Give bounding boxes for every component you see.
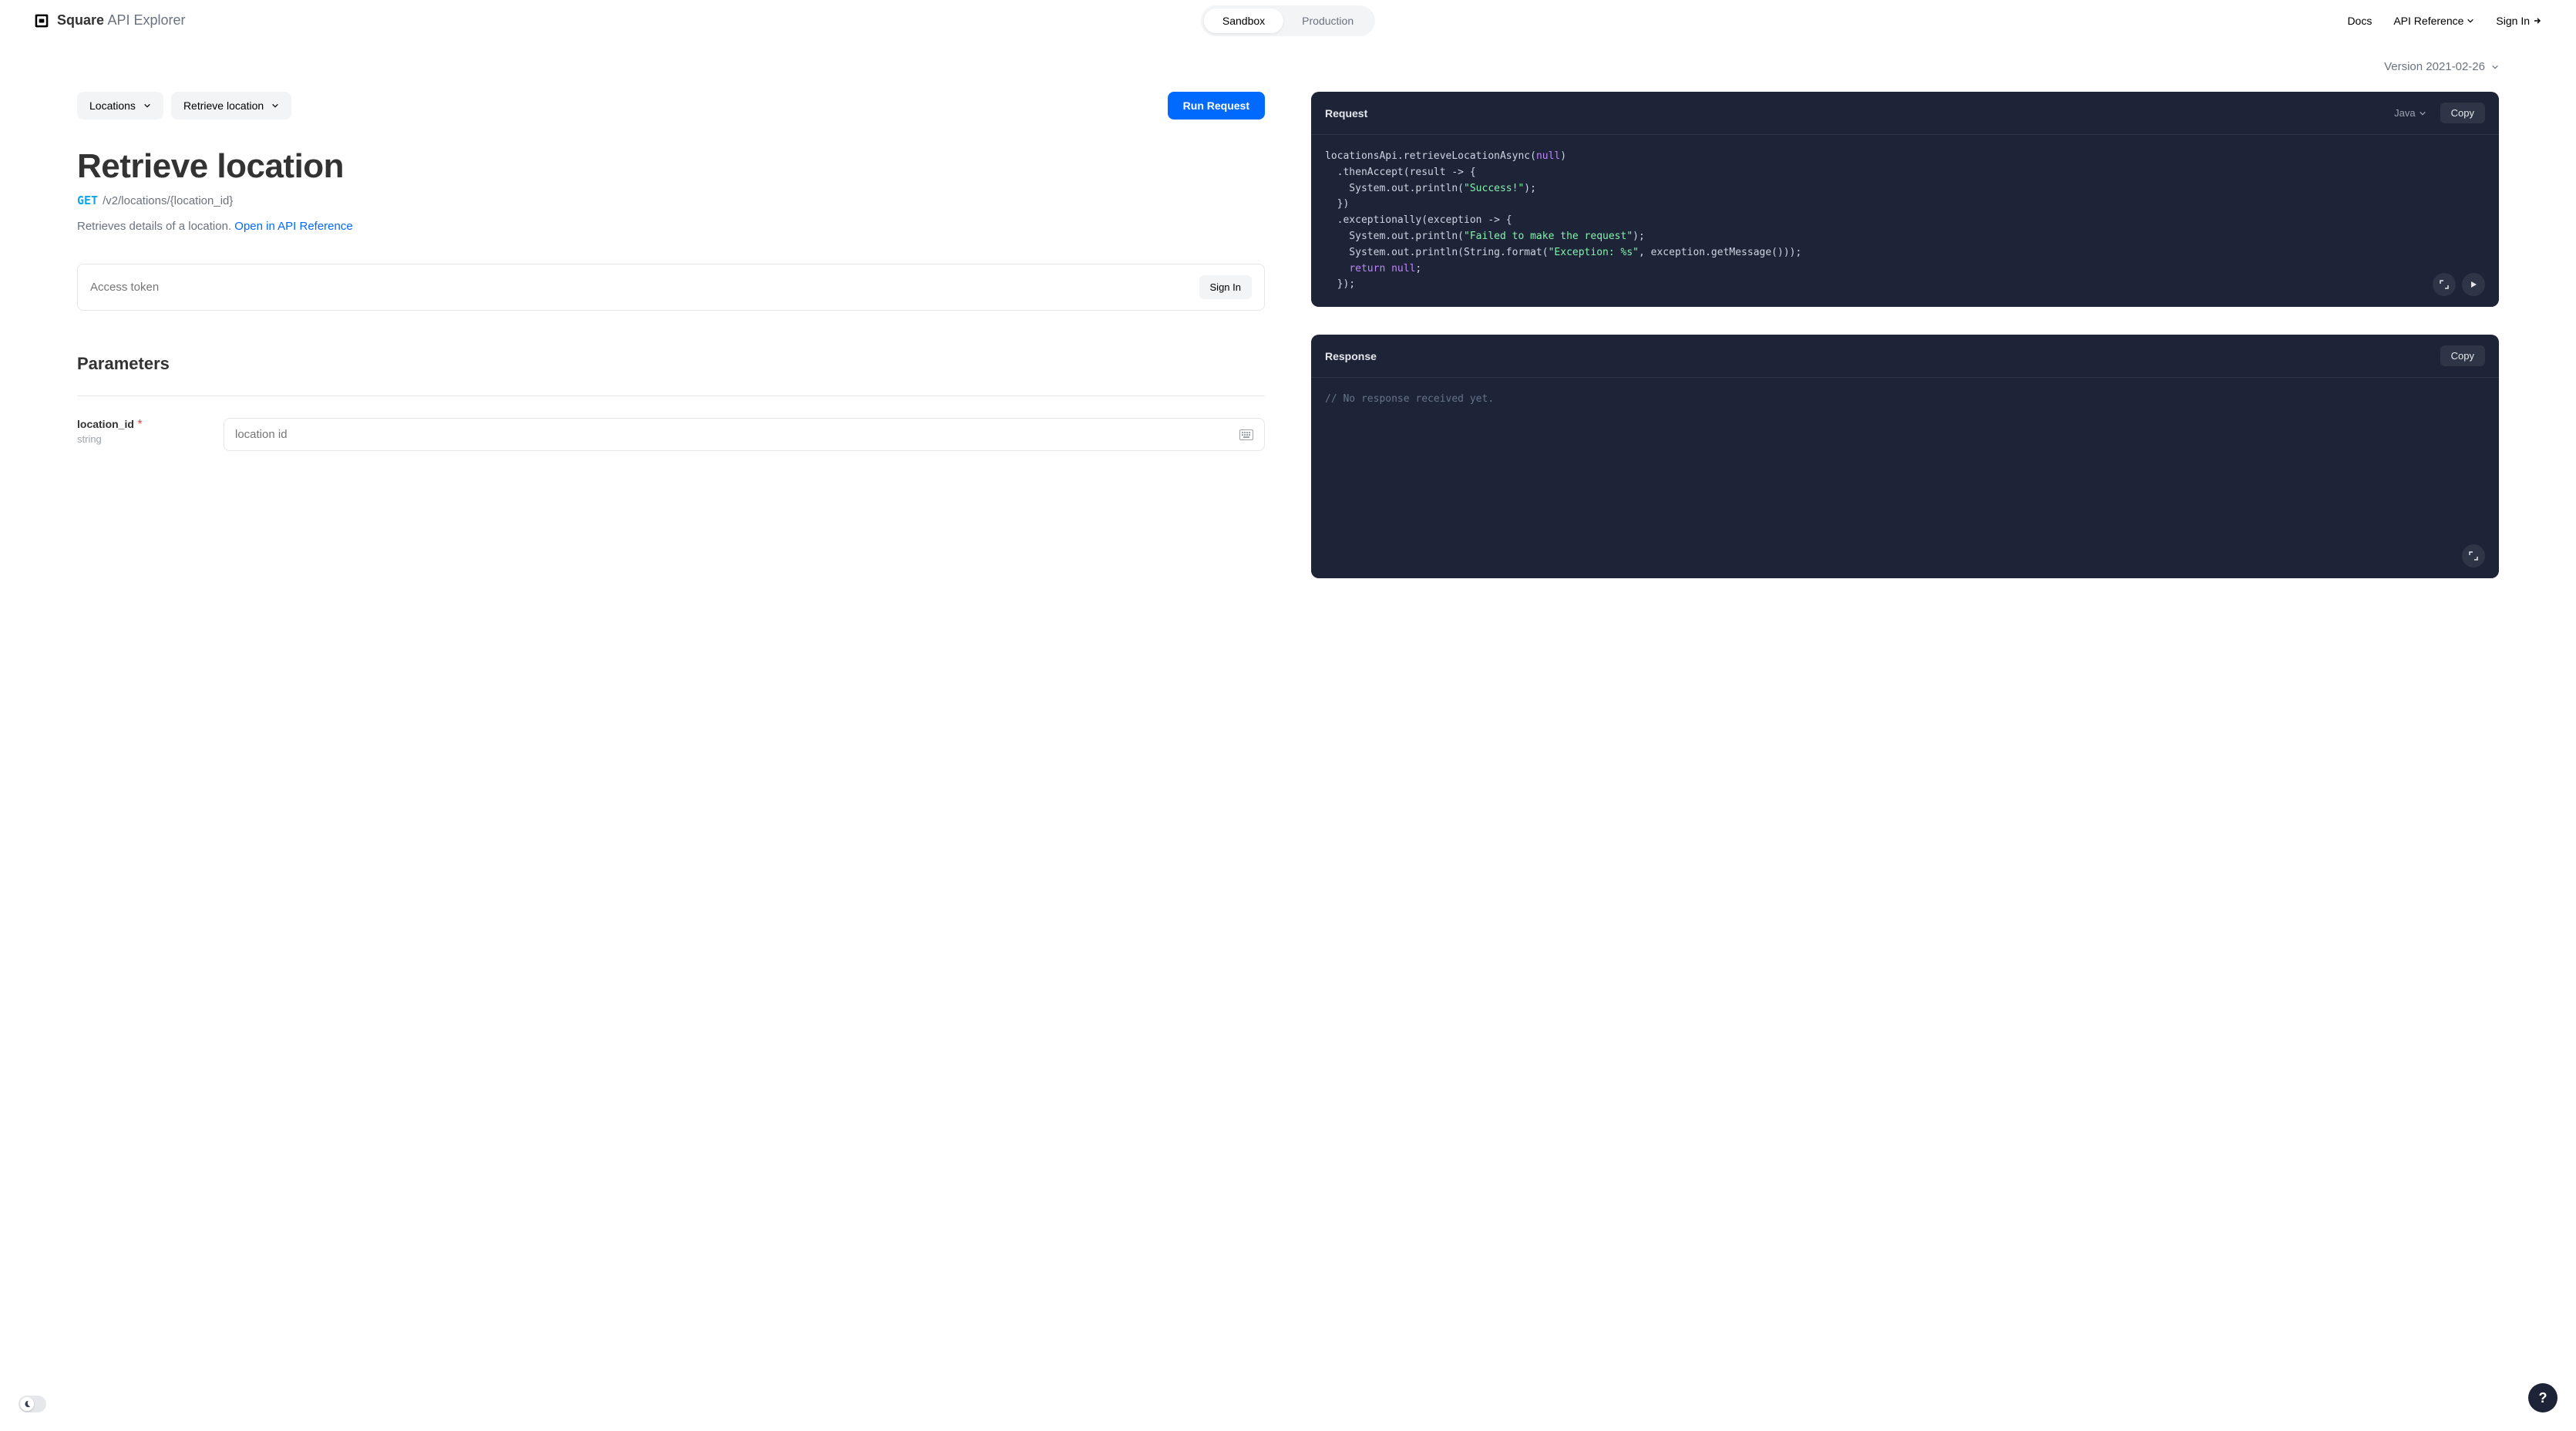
help-button[interactable]: ? (2528, 1383, 2558, 1412)
request-code: locationsApi.retrieveLocationAsync(null)… (1311, 135, 2499, 307)
api-reference-dropdown[interactable]: API Reference (2393, 15, 2474, 27)
param-row: location_id * string (77, 418, 1265, 451)
chevron-down-icon (271, 102, 279, 109)
api-group-label: Locations (89, 99, 136, 112)
expand-icon (2469, 551, 2478, 561)
parameters-heading: Parameters (77, 354, 1265, 396)
param-input-wrap (224, 418, 1265, 451)
description-text: Retrieves details of a location. (77, 220, 234, 233)
header: Square API Explorer Sandbox Production D… (0, 0, 2576, 42)
run-request-button[interactable]: Run Request (1168, 92, 1265, 120)
endpoint-path: /v2/locations/{location_id} (103, 194, 233, 207)
brand-name: Square (57, 12, 104, 28)
response-panel-header: Response Copy (1311, 335, 2499, 378)
right-column: Request Java Copy locationsApi.retrieveL… (1311, 92, 2499, 606)
header-nav: Docs API Reference Sign In (2347, 15, 2542, 27)
chevron-down-icon (2419, 109, 2426, 117)
expand-request-button[interactable] (2433, 273, 2456, 296)
request-panel-footer (2433, 273, 2485, 296)
request-panel-title: Request (1325, 107, 1367, 120)
chevron-down-icon (2491, 63, 2499, 71)
required-indicator: * (134, 418, 143, 431)
endpoint-line: GET/v2/locations/{location_id} (77, 194, 1265, 207)
open-in-reference-link[interactable]: Open in API Reference (234, 220, 352, 233)
param-name: location_id (77, 418, 134, 430)
moon-icon (23, 1400, 31, 1408)
response-panel-actions: Copy (2440, 345, 2485, 366)
sign-in-button[interactable]: Sign In (1199, 275, 1252, 299)
keyboard-icon[interactable] (1239, 429, 1253, 440)
sandbox-button[interactable]: Sandbox (1204, 8, 1283, 33)
play-icon (2469, 280, 2478, 289)
request-panel: Request Java Copy locationsApi.retrieveL… (1311, 92, 2499, 307)
endpoint-select-label: Retrieve location (183, 99, 264, 112)
environment-toggle: Sandbox Production (1201, 5, 1375, 36)
language-select[interactable]: Java (2394, 107, 2426, 119)
endpoint-select[interactable]: Retrieve location (171, 92, 291, 120)
api-reference-label: API Reference (2393, 15, 2463, 27)
brand-subtitle: API Explorer (107, 12, 185, 28)
theme-toggle[interactable] (18, 1396, 46, 1412)
version-select[interactable]: Version 2021-02-26 (2384, 60, 2499, 73)
response-code: // No response received yet. (1311, 378, 2499, 578)
access-token-input[interactable] (90, 281, 1199, 294)
expand-icon (2440, 280, 2449, 289)
controls-row: Locations Retrieve location Run Request (77, 92, 1265, 120)
response-panel-title: Response (1325, 350, 1377, 362)
sign-in-label: Sign In (2496, 15, 2530, 27)
chevron-down-icon (143, 102, 151, 109)
main: Locations Retrieve location Run Request … (0, 79, 2576, 637)
response-panel: Response Copy // No response received ye… (1311, 335, 2499, 578)
square-logo-icon (34, 13, 49, 29)
page-title: Retrieve location (77, 147, 1265, 186)
response-panel-footer (2462, 544, 2485, 567)
param-type: string (77, 433, 193, 445)
docs-link[interactable]: Docs (2347, 15, 2372, 27)
description: Retrieves details of a location. Open in… (77, 220, 1265, 233)
help-label: ? (2539, 1390, 2547, 1406)
production-button[interactable]: Production (1283, 8, 1372, 33)
chevron-down-icon (2467, 17, 2474, 25)
arrow-right-icon (2533, 16, 2542, 25)
sign-in-link[interactable]: Sign In (2496, 15, 2542, 27)
api-group-select[interactable]: Locations (77, 92, 163, 120)
logo[interactable]: Square API Explorer (34, 12, 186, 29)
expand-response-button[interactable] (2462, 544, 2485, 567)
version-bar: Version 2021-02-26 (0, 42, 2576, 79)
theme-knob (20, 1397, 34, 1411)
http-method: GET (77, 194, 98, 207)
version-label: Version 2021-02-26 (2384, 60, 2485, 73)
left-column: Locations Retrieve location Run Request … (77, 92, 1265, 606)
copy-request-button[interactable]: Copy (2440, 103, 2485, 123)
request-panel-actions: Java Copy (2394, 103, 2485, 123)
request-panel-header: Request Java Copy (1311, 92, 2499, 135)
param-meta: location_id * string (77, 418, 193, 451)
location-id-input[interactable] (235, 428, 1239, 441)
access-token-box: Sign In (77, 264, 1265, 311)
response-placeholder: // No response received yet. (1325, 393, 1494, 405)
copy-response-button[interactable]: Copy (2440, 345, 2485, 366)
language-label: Java (2394, 107, 2415, 119)
run-request-icon-button[interactable] (2462, 273, 2485, 296)
